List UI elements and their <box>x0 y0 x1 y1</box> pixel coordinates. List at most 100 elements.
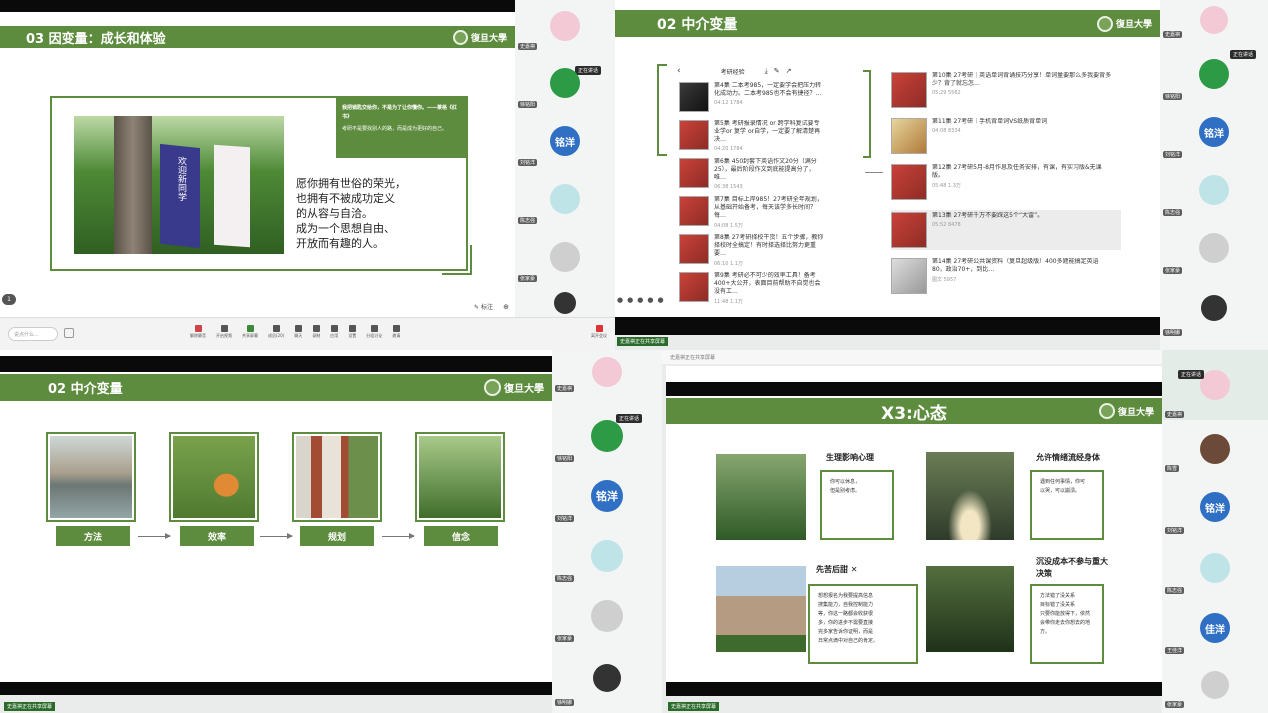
university-logo: 復旦大學 <box>1098 403 1154 419</box>
chat-input[interactable]: 说点什么... <box>8 327 58 341</box>
seal-icon <box>1096 15 1113 32</box>
participant-tile[interactable]: 佳洋 王佳洋 <box>1162 600 1268 656</box>
participant-tile[interactable]: 陈志强 <box>1160 162 1268 218</box>
item-heading: 沉没成本不参与重大决策 <box>1036 557 1108 578</box>
phone-left <box>657 64 667 156</box>
record-button[interactable]: 录制 <box>312 325 320 339</box>
breakout-button[interactable]: 分组讨论 <box>366 325 382 339</box>
pen-icon: ✎ <box>474 304 480 311</box>
participant-tile[interactable]: 铭洋 刘铭洋 <box>515 114 615 168</box>
share-icon[interactable]: ↗ <box>786 67 792 75</box>
list-item[interactable]: 第9集 考研必不可少的效率工具！备考400+大公开，表面目前帮助不自觉也会没有工… <box>679 272 824 305</box>
toolbar-buttons: 解除静音 开启视频 共享屏幕 成员(20) 聊天 录制 应用 设置 分组讨论 邀… <box>190 325 400 339</box>
participant-tile[interactable]: 陈志强 <box>552 528 662 584</box>
participant-tile[interactable]: 徐铭阳 <box>1160 46 1268 102</box>
eraser-icon[interactable]: ● <box>647 296 653 304</box>
list-item[interactable]: 第5集 考研报录情况 or 跨学科复试要专业学or 复学 or自学，一定要了解清… <box>679 120 824 152</box>
participant-tile[interactable]: 张家豪 <box>1162 660 1268 710</box>
university-logo: 復旦大學 <box>452 29 507 45</box>
edit-icon[interactable]: ✎ <box>774 67 780 75</box>
thumbnail <box>679 234 709 264</box>
banner-text: 欢迎新同学 <box>176 155 186 202</box>
participant-tile[interactable]: 张家豪 <box>552 588 662 644</box>
participant-tile[interactable]: 陈雪 <box>1162 424 1268 474</box>
list-item[interactable]: 第12集 27考研5月-8月作息及任务安排，有课，有实习版&无课版。 05:48 … <box>891 164 1112 200</box>
participant-tile[interactable]: 徐明娜 <box>552 648 662 708</box>
quote-sub: 考研不是要找别人的路，而是成为更好的自己。 <box>342 126 448 132</box>
back-icon[interactable]: ‹ <box>677 66 681 76</box>
participant-tile[interactable]: 陈志强 <box>515 172 615 226</box>
participant-tile[interactable]: 铭洋 刘铭洋 <box>1162 478 1268 536</box>
avatar: 铭洋 <box>1200 492 1230 522</box>
participant-tile[interactable]: 铭洋 刘铭洋 <box>552 468 662 524</box>
university-logo: 復旦大學 <box>484 379 544 396</box>
list-item[interactable]: 第4集 二本考985，一定要学会把压力转化成动力。二本考985也不会有捷径？… 0… <box>679 82 824 112</box>
black-bar <box>0 356 552 372</box>
avatar <box>1200 370 1230 400</box>
corner-accent <box>442 245 472 275</box>
annotate-button[interactable]: ✎ 标注 <box>474 302 493 311</box>
banner-blue: 欢迎新同学 <box>160 143 200 249</box>
more-icon[interactable]: ● <box>657 296 663 304</box>
arrow-icon <box>260 533 293 539</box>
download-icon[interactable]: ⤓ <box>765 67 768 76</box>
participant-tile[interactable]: 陈志强 <box>1162 540 1268 596</box>
slide: X3:心态 復旦大學 生理影响心理 你可以休息， 但是别考虑。 允许情绪流经身体 … <box>666 366 1162 696</box>
participant-tile[interactable]: 史嘉祺 <box>515 0 615 52</box>
list-item[interactable]: 第11集 27考研｜手机背单词VS纸质背单词 04:08 8334 <box>891 118 1112 154</box>
participant-tile[interactable]: 张家豪 <box>515 230 615 284</box>
pointer-icon[interactable]: ● <box>617 296 623 304</box>
zoom-icon[interactable]: ⊕ <box>503 303 509 311</box>
avatar <box>550 11 580 41</box>
list-item[interactable]: 第14集 27考研公共课资料（复旦超级版）400多题能搞定英语80，政治70+，… <box>891 258 1112 294</box>
unmute-button[interactable]: 解除静音 <box>190 325 206 339</box>
step-photo-cat <box>169 432 259 522</box>
wish-text: 愿你拥有世俗的荣光， 也拥有不被成功定义 的从容与自洽。 成为一个思想自由、 开… <box>296 177 406 250</box>
share-status: 史嘉祺正在共享屏幕 <box>617 337 669 346</box>
participant-tile[interactable]: 张家豪 <box>1160 220 1268 276</box>
list-item[interactable]: 第6集 450封套下英语作文20分（满分25），最后阶段作文到底能提高分了，唯…… <box>679 158 824 190</box>
participant-tile[interactable]: 史嘉祺 <box>1162 350 1268 420</box>
participant-panel: 史嘉祺 正在讲话 徐铭阳 铭洋 刘铭洋 陈志强 张家豪 <box>515 0 615 317</box>
chat-button[interactable]: 聊天 <box>294 325 302 339</box>
item-heading: 生理影响心理 <box>826 453 874 462</box>
participant-tile[interactable]: 徐铭阳 <box>552 408 662 464</box>
list-item[interactable]: 第10集 27考研｜英语单词背诵技巧分享！单词量要那么多我要背多少？背了就忘怎…… <box>891 72 1112 108</box>
list-item[interactable]: 第13集 27考研千万不要踩这5个“大雷”。 05:52 8478 <box>891 210 1121 250</box>
highlight-icon[interactable]: ● <box>637 296 643 304</box>
seal-icon <box>1098 403 1115 419</box>
emoji-icon[interactable] <box>64 328 74 338</box>
app-header: ‹ 考研经验 ⤓ ✎ ↗ <box>677 64 867 78</box>
settings-button[interactable]: 设置 <box>348 325 356 339</box>
participant-tile[interactable] <box>515 288 615 318</box>
page-indicator[interactable]: 1 <box>2 294 16 305</box>
participant-tile[interactable]: 徐明娜 <box>1160 278 1268 338</box>
avatar <box>1201 295 1227 321</box>
thumbnail <box>891 164 927 200</box>
list-item[interactable]: 第7集 目标上岸985！27考研全年规划，从基础开始备考，每天该学多长时间？每…… <box>679 196 824 229</box>
participant-tile[interactable]: 史嘉祺 <box>552 350 662 394</box>
apps-button[interactable]: 应用 <box>330 325 338 339</box>
avatar <box>554 292 576 314</box>
item-card: 想想报名为我要提高信息 搜集能力，自我控制能力 等，你这一路都会收获很 多，你的进步不… <box>808 584 918 664</box>
avatar: 铭洋 <box>1199 117 1229 147</box>
avatar <box>593 664 621 692</box>
participant-panel: 史嘉祺 正在讲话 陈雪 铭洋 刘铭洋 陈志强 佳洋 王佳洋 张家豪 <box>1162 350 1268 713</box>
slide-header: 02 中介变量 復旦大學 <box>0 374 552 401</box>
thumbnail <box>679 120 709 150</box>
participant-tile[interactable]: 徐铭阳 <box>515 56 615 110</box>
thumbnail <box>891 258 927 294</box>
invite-button[interactable]: 邀请 <box>392 325 400 339</box>
step-label-efficiency: 效率 <box>180 526 254 546</box>
share-screen-button[interactable]: 共享屏幕 <box>242 325 258 339</box>
leave-button[interactable]: 离开会议 <box>591 325 607 339</box>
participant-tile[interactable]: 史嘉祺 <box>1160 0 1268 40</box>
participant-tile[interactable]: 铭洋 刘铭洋 <box>1160 104 1268 160</box>
thumbnail <box>679 82 709 112</box>
list-item[interactable]: 第8集 27考研择校干货！五个步骤，教你择校时全搞定！有时择选择比努力更重要… 0… <box>679 234 824 267</box>
members-button[interactable]: 成员(20) <box>268 325 284 339</box>
video-button[interactable]: 开启视频 <box>216 325 232 339</box>
slide-header: X3:心态 復旦大學 <box>666 398 1162 424</box>
pen-icon[interactable]: ● <box>627 296 633 304</box>
slide-title: 02 中介变量 <box>657 16 738 33</box>
